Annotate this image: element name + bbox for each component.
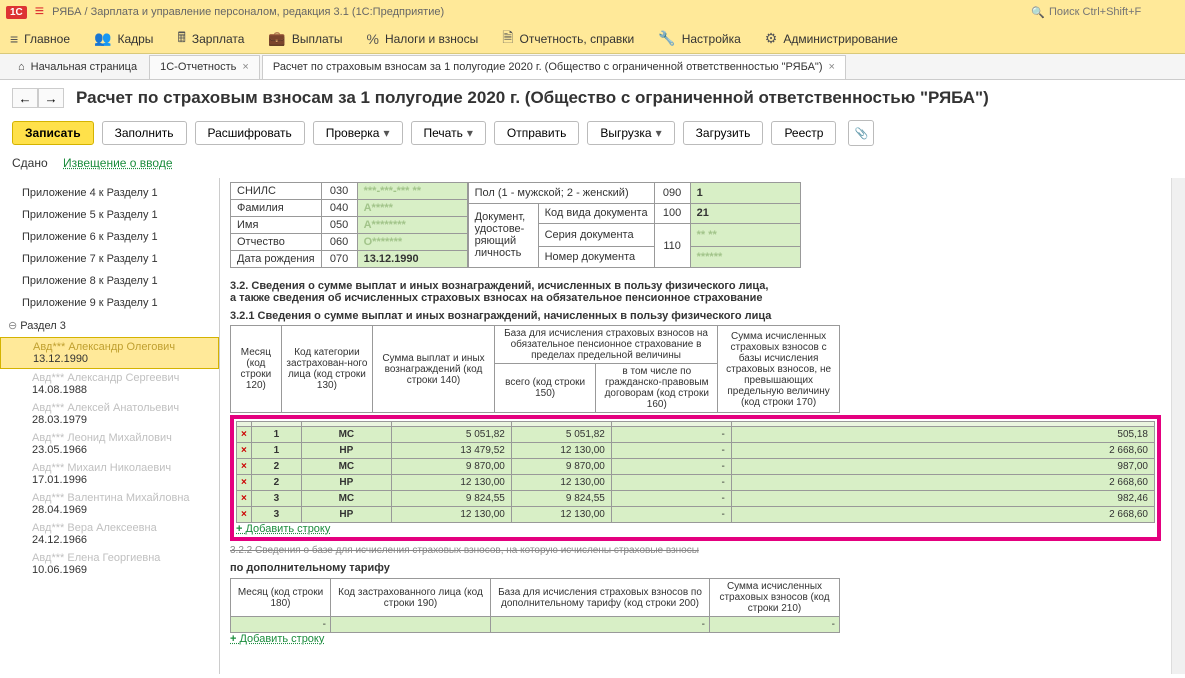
- delete-row-icon[interactable]: ×: [237, 443, 252, 459]
- main-nav: ≡Главное 👥Кадры 🖩Зарплата 💼Выплаты %Нало…: [0, 24, 1185, 54]
- nav-reports[interactable]: 🗎Отчетность, справки: [502, 27, 634, 51]
- sec322-obscured: 3.2.2 Сведения о базе для исчисления стр…: [230, 545, 1161, 556]
- nav-taxes[interactable]: %Налоги и взносы: [367, 31, 479, 47]
- status-link[interactable]: Извещение о вводе: [63, 156, 173, 170]
- wrench-icon: 🔧: [658, 30, 675, 47]
- sidebar-item[interactable]: Приложение 9 к Разделу 1: [0, 292, 219, 314]
- tab-report[interactable]: 1С-Отчетность×: [149, 55, 260, 79]
- add-row-322[interactable]: Добавить строку: [230, 633, 324, 645]
- sidebar-item[interactable]: Приложение 4 к Разделу 1: [0, 182, 219, 204]
- scrollbar[interactable]: [1171, 178, 1185, 674]
- search-input[interactable]: [1049, 6, 1179, 18]
- highlight-box: ×1МС5 051,825 051,82-505,18×1НР13 479,52…: [230, 415, 1161, 541]
- registry-button[interactable]: Реестр: [771, 121, 836, 145]
- status-label: Сдано: [12, 156, 48, 170]
- toolbar: Записать Заполнить Расшифровать Проверка…: [0, 116, 1185, 152]
- delete-row-icon[interactable]: ×: [237, 427, 252, 443]
- tab-calc[interactable]: Расчет по страховым взносам за 1 полугод…: [262, 55, 846, 79]
- delete-row-icon[interactable]: ×: [237, 459, 252, 475]
- load-button[interactable]: Загрузить: [683, 121, 764, 145]
- page-header: ← → Расчет по страховым взносам за 1 пол…: [0, 80, 1185, 116]
- export-button[interactable]: Выгрузка: [587, 121, 674, 145]
- delete-row-icon[interactable]: ×: [237, 475, 252, 491]
- fill-button[interactable]: Заполнить: [102, 121, 187, 145]
- print-button[interactable]: Печать: [411, 121, 486, 145]
- person-item[interactable]: Авд*** Вера Алексеевна24.12.1966: [0, 519, 219, 549]
- table-row[interactable]: ×1МС5 051,825 051,82-505,18: [237, 427, 1155, 443]
- gear-icon: ⚙: [765, 30, 778, 47]
- sidebar[interactable]: Приложение 4 к Разделу 1Приложение 5 к Р…: [0, 178, 220, 674]
- person-item[interactable]: Авд*** Александр Олегович13.12.1990: [0, 337, 219, 369]
- doc-icon: 🗎: [502, 27, 513, 51]
- sidebar-item[interactable]: Приложение 7 к Разделу 1: [0, 248, 219, 270]
- table-321-rows: ×1МС5 051,825 051,82-505,18×1НР13 479,52…: [236, 421, 1155, 523]
- sidebar-item[interactable]: Приложение 8 к Разделу 1: [0, 270, 219, 292]
- sidebar-section3[interactable]: Раздел 3: [0, 314, 219, 337]
- cash-icon: 💼: [268, 30, 285, 47]
- person-item[interactable]: Авд*** Валентина Михайловна28.04.1969: [0, 489, 219, 519]
- paperclip-icon: 📎: [855, 127, 869, 140]
- list-icon: ≡: [10, 31, 18, 47]
- tab-home[interactable]: ⌂Начальная страница: [8, 55, 147, 79]
- nav-personnel[interactable]: 👥Кадры: [94, 30, 153, 47]
- table-row[interactable]: ×3НР12 130,0012 130,00-2 668,60: [237, 507, 1155, 523]
- check-button[interactable]: Проверка: [313, 121, 403, 145]
- nav-payments[interactable]: 💼Выплаты: [268, 30, 342, 47]
- search-box[interactable]: 🔍: [1031, 6, 1179, 19]
- person-info-left: СНИЛС030***-***-*** ** Фамилия040А***** …: [230, 182, 468, 268]
- person-item[interactable]: Авд*** Александр Сергеевич14.08.1988: [0, 369, 219, 399]
- table-row[interactable]: ×2МС9 870,009 870,00-987,00: [237, 459, 1155, 475]
- table-321-header: Месяц (код строки 120) Код категории зас…: [230, 325, 840, 413]
- person-item[interactable]: Авд*** Леонид Михайлович23.05.1966: [0, 429, 219, 459]
- main-content: СНИЛС030***-***-*** ** Фамилия040А***** …: [220, 178, 1171, 674]
- person-item[interactable]: Авд*** Михаил Николаевич17.01.1996: [0, 459, 219, 489]
- delete-row-icon[interactable]: ×: [237, 507, 252, 523]
- title-bar: 1C ≡ РЯБА / Зарплата и управление персон…: [0, 0, 1185, 24]
- table-row[interactable]: ×1НР13 479,5212 130,00-2 668,60: [237, 443, 1155, 459]
- send-button[interactable]: Отправить: [494, 121, 580, 145]
- person-info-right: Пол (1 - мужской; 2 - женский)0901 Докум…: [468, 182, 801, 268]
- search-icon: 🔍: [1031, 6, 1045, 19]
- person-item[interactable]: Авд*** Елена Георгиевна10.06.1969: [0, 549, 219, 579]
- percent-icon: %: [367, 31, 379, 47]
- table-322: Месяц (код строки 180) Код застрахованно…: [230, 578, 840, 633]
- sec321-title: 3.2.1 Сведения о сумме выплат и иных воз…: [230, 310, 1161, 322]
- tab-bar: ⌂Начальная страница 1С-Отчетность× Расче…: [0, 54, 1185, 80]
- status-line: Сдано Извещение о вводе: [0, 152, 1185, 178]
- nav-settings[interactable]: 🔧Настройка: [658, 30, 741, 47]
- close-icon[interactable]: ×: [242, 61, 248, 73]
- page-title: Расчет по страховым взносам за 1 полугод…: [76, 88, 989, 108]
- close-icon[interactable]: ×: [828, 61, 834, 73]
- save-button[interactable]: Записать: [12, 121, 94, 145]
- person-item[interactable]: Авд*** Алексей Анатольевич28.03.1979: [0, 399, 219, 429]
- decode-button[interactable]: Расшифровать: [195, 121, 305, 145]
- hamburger-icon[interactable]: ≡: [35, 3, 44, 21]
- sec322-line2: по дополнительному тарифу: [230, 562, 1161, 574]
- home-icon: ⌂: [18, 61, 25, 73]
- add-row-321[interactable]: Добавить строку: [236, 523, 330, 535]
- delete-row-icon[interactable]: ×: [237, 491, 252, 507]
- nav-main[interactable]: ≡Главное: [10, 31, 70, 47]
- table-row[interactable]: ×2НР12 130,0012 130,00-2 668,60: [237, 475, 1155, 491]
- back-button[interactable]: ←: [12, 88, 38, 108]
- forward-button[interactable]: →: [38, 88, 64, 108]
- nav-admin[interactable]: ⚙Администрирование: [765, 30, 898, 47]
- nav-payroll[interactable]: 🖩Зарплата: [177, 27, 244, 51]
- app-title: РЯБА / Зарплата и управление персоналом,…: [52, 6, 444, 18]
- calc-icon: 🖩: [177, 27, 185, 51]
- sidebar-item[interactable]: Приложение 6 к Разделу 1: [0, 226, 219, 248]
- people-icon: 👥: [94, 30, 111, 47]
- sidebar-item[interactable]: Приложение 5 к Разделу 1: [0, 204, 219, 226]
- table-row[interactable]: ×3МС9 824,559 824,55-982,46: [237, 491, 1155, 507]
- sec32-title: 3.2. Сведения о сумме выплат и иных возн…: [230, 280, 1161, 304]
- attach-button[interactable]: 📎: [848, 120, 874, 146]
- logo-1c-icon: 1C: [6, 6, 27, 19]
